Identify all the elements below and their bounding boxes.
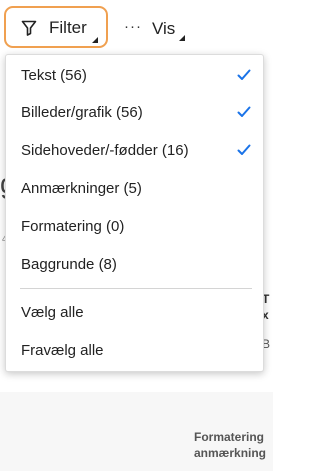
background-footer-text: anmærkning	[194, 446, 267, 460]
menu-item-label: Sidehoveder/-fødder (16)	[21, 142, 189, 159]
funnel-icon	[21, 20, 37, 36]
menu-item-label: Tekst (56)	[21, 67, 87, 84]
dropdown-corner-icon	[92, 37, 98, 43]
menu-item-label: Fravælg alle	[21, 342, 104, 359]
menu-item-label: Anmærkninger (5)	[21, 180, 142, 197]
view-button-label: Vis	[152, 19, 176, 38]
toolbar: Filter ··· Vis	[0, 0, 273, 54]
menu-item-label: Vælg alle	[21, 304, 84, 321]
background-footer-text: Formatering	[194, 430, 265, 444]
menu-item-label: Formatering (0)	[21, 218, 125, 235]
filter-button[interactable]: Filter	[4, 6, 108, 48]
filter-button-label: Filter	[49, 18, 87, 37]
filter-dropdown-menu: Tekst (56) Billeder/grafik (56) Sidehove…	[5, 54, 264, 372]
dropdown-corner-icon	[179, 35, 185, 41]
menu-item-text[interactable]: Tekst (56)	[6, 57, 263, 95]
menu-item-formatting[interactable]: Formatering (0)	[6, 208, 263, 246]
more-dots-icon: ···	[124, 18, 142, 35]
menu-item-select-all[interactable]: Vælg alle	[6, 294, 263, 332]
checkmark-icon	[237, 144, 251, 155]
menu-item-deselect-all[interactable]: Fravælg alle	[6, 332, 263, 370]
menu-item-images-graphics[interactable]: Billeder/grafik (56)	[6, 94, 263, 132]
menu-item-label: Baggrunde (8)	[21, 256, 117, 273]
view-button[interactable]: ··· Vis	[121, 8, 191, 46]
menu-item-headers-footers[interactable]: Sidehoveder/-fødder (16)	[6, 132, 263, 170]
menu-divider	[20, 288, 252, 289]
menu-item-annotations[interactable]: Anmærkninger (5)	[6, 170, 263, 208]
menu-item-backgrounds[interactable]: Baggrunde (8)	[6, 246, 263, 284]
checkmark-icon	[237, 106, 251, 117]
checkmark-icon	[237, 69, 251, 80]
menu-item-label: Billeder/grafik (56)	[21, 104, 143, 121]
